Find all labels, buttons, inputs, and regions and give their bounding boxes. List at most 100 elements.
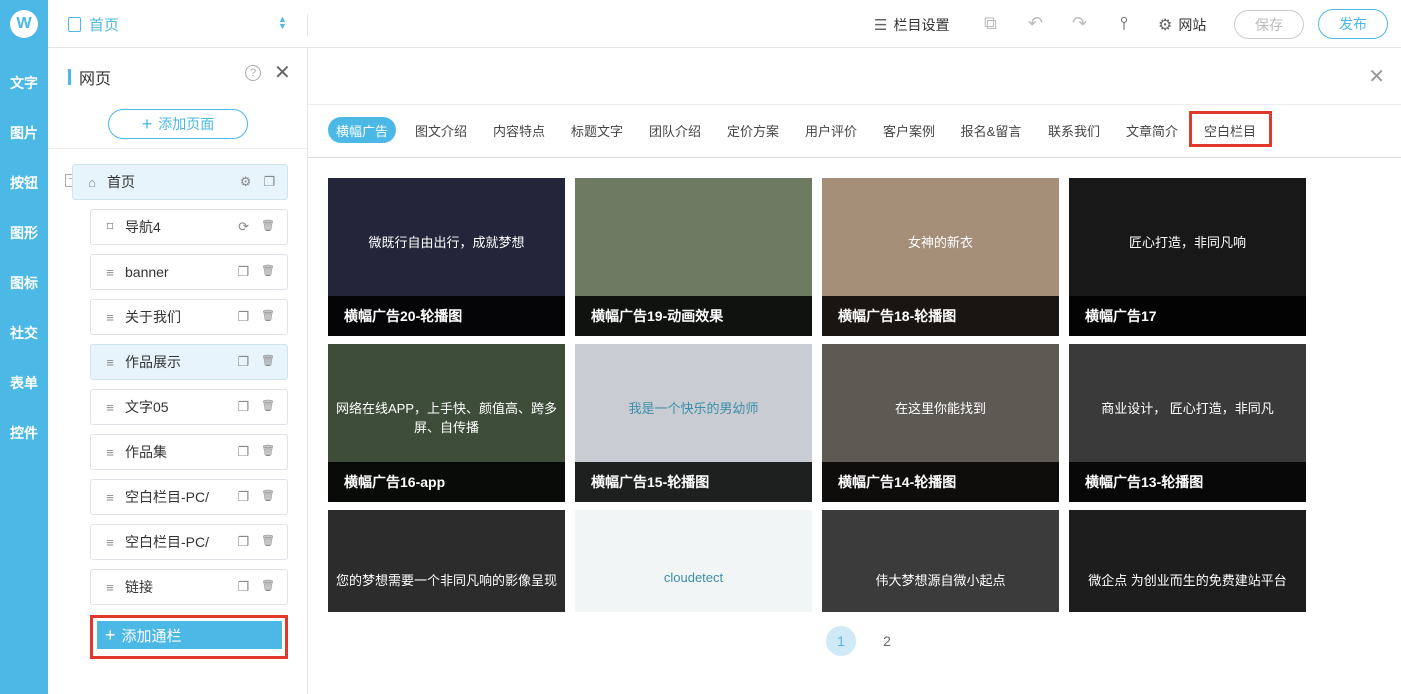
template-card[interactable]: 匠心打造，非同凡响 横幅广告17 bbox=[1069, 178, 1306, 336]
template-card[interactable]: cloudetect bbox=[575, 510, 812, 612]
nav-form[interactable]: 表单 bbox=[0, 358, 48, 408]
card-title: 横幅广告19-动画效果 bbox=[575, 296, 812, 336]
tab-8[interactable]: 报名&留言 bbox=[952, 117, 1030, 143]
template-card[interactable]: 伟大梦想源自微小起点 bbox=[822, 510, 1059, 612]
tab-2[interactable]: 内容特点 bbox=[484, 117, 554, 143]
undo-icon[interactable]: ↶ bbox=[1028, 13, 1043, 34]
nav-social[interactable]: 社交 bbox=[0, 308, 48, 358]
nav-shape[interactable]: 图形 bbox=[0, 208, 48, 258]
template-card[interactable]: 女神的新衣 横幅广告18-轮播图 bbox=[822, 178, 1059, 336]
add-page-label: 添加页面 bbox=[158, 116, 215, 132]
tab-0[interactable]: 横幅广告 bbox=[328, 117, 396, 143]
card-preview-text: 我是一个快乐的男幼师 bbox=[628, 401, 759, 416]
template-card[interactable]: 网络在线APP，上手快、颜值高、跨多屏、自传播 横幅广告16-app bbox=[328, 344, 565, 502]
tree-item[interactable]: ≡ 关于我们 ❐ 🗑 bbox=[90, 299, 288, 335]
tree-item[interactable]: ≡ banner ❐ 🗑 bbox=[90, 254, 288, 290]
divider bbox=[308, 157, 1401, 158]
trash-icon[interactable]: 🗑 bbox=[261, 489, 275, 505]
nav-widget[interactable]: 控件 bbox=[0, 408, 48, 458]
copy-icon[interactable]: ⧉ bbox=[984, 13, 997, 34]
page-1[interactable]: 1 bbox=[826, 626, 856, 656]
column-settings-button[interactable]: ☰ 栏目设置 bbox=[874, 15, 949, 35]
copy-icon[interactable]: ❐ bbox=[237, 399, 249, 415]
close-icon[interactable]: ✕ bbox=[274, 60, 291, 85]
tree-item[interactable]: ≡ 空白栏目-PC/ ❐ 🗑 bbox=[90, 524, 288, 560]
card-preview-text: 微企点 为创业而生的免费建站平台 bbox=[1088, 573, 1287, 588]
page-selector-label: 首页 bbox=[89, 17, 120, 34]
copy-icon[interactable]: ❐ bbox=[237, 579, 249, 595]
list-icon: ☰ bbox=[874, 17, 888, 34]
template-card[interactable]: 横幅广告19-动画效果 bbox=[575, 178, 812, 336]
add-page-button[interactable]: + 添加页面 bbox=[108, 109, 248, 139]
add-column-label: 添加通栏 bbox=[121, 627, 182, 645]
close-icon[interactable]: ✕ bbox=[1368, 64, 1385, 89]
copy-icon[interactable]: ❐ bbox=[263, 174, 275, 190]
bookmark-icon: ⌑ bbox=[106, 219, 114, 234]
redo-icon[interactable]: ↷ bbox=[1072, 13, 1087, 34]
settings-icon[interactable]: ⚙ bbox=[240, 174, 252, 190]
nav-button[interactable]: 按钮 bbox=[0, 158, 48, 208]
card-title: 横幅广告13-轮播图 bbox=[1069, 462, 1306, 502]
trash-icon[interactable]: 🗑 bbox=[261, 354, 275, 370]
website-label: 网站 bbox=[1178, 17, 1207, 33]
card-preview-text: 匠心打造，非同凡响 bbox=[1128, 235, 1246, 250]
ruler-icon[interactable]: ⫯ bbox=[1120, 13, 1128, 34]
trash-icon[interactable]: 🗑 bbox=[261, 579, 275, 595]
tab-5[interactable]: 定价方案 bbox=[718, 117, 788, 143]
menu-icon: ≡ bbox=[106, 264, 114, 280]
trash-icon[interactable]: 🗑 bbox=[261, 534, 275, 550]
tree-item[interactable]: ⌑ 导航4 ⟳ 🗑 bbox=[90, 209, 288, 245]
tree-item-label: 作品展示 bbox=[125, 354, 181, 370]
tab-9[interactable]: 联系我们 bbox=[1039, 117, 1109, 143]
trash-icon[interactable]: 🗑 bbox=[261, 399, 275, 415]
pagination: 1 2 bbox=[826, 626, 902, 656]
tree-item[interactable]: ≡ 文字05 ❐ 🗑 bbox=[90, 389, 288, 425]
tree-item[interactable]: ≡ 作品集 ❐ 🗑 bbox=[90, 434, 288, 470]
publish-button[interactable]: 发布 bbox=[1318, 9, 1388, 39]
tab-1[interactable]: 图文介绍 bbox=[406, 117, 476, 143]
trash-icon[interactable]: 🗑 bbox=[261, 444, 275, 460]
nav-image[interactable]: 图片 bbox=[0, 108, 48, 158]
left-toolbar: W 文字 图片 按钮 图形 图标 社交 表单 控件 bbox=[0, 0, 48, 694]
template-card[interactable]: 在这里你能找到 横幅广告14-轮播图 bbox=[822, 344, 1059, 502]
tree-item[interactable]: ≡ 作品展示 ❐ 🗑 bbox=[90, 344, 288, 380]
template-card[interactable]: 微既行自由出行，成就梦想 横幅广告20-轮播图 bbox=[328, 178, 565, 336]
divider bbox=[308, 104, 1401, 105]
trash-icon[interactable]: 🗑 bbox=[261, 219, 275, 235]
trash-icon[interactable]: 🗑 bbox=[261, 264, 275, 280]
nav-icon[interactable]: 图标 bbox=[0, 258, 48, 308]
menu-icon: ≡ bbox=[106, 354, 114, 370]
template-card[interactable]: 微企点 为创业而生的免费建站平台 bbox=[1069, 510, 1306, 612]
tab-7[interactable]: 客户案例 bbox=[874, 117, 944, 143]
website-button[interactable]: ⚙ 网站 bbox=[1158, 15, 1206, 35]
help-icon[interactable]: ? bbox=[245, 65, 261, 81]
menu-icon: ≡ bbox=[106, 309, 114, 325]
add-column-button[interactable]: + 添加通栏 bbox=[97, 621, 282, 649]
tree-item-home[interactable]: ⌂ 首页 ⚙ ❐ bbox=[72, 164, 288, 200]
tab-10[interactable]: 文章简介 bbox=[1117, 117, 1187, 143]
card-title: 横幅广告20-轮播图 bbox=[328, 296, 565, 336]
template-card[interactable]: 您的梦想需要一个非同凡响的影像呈现 bbox=[328, 510, 565, 612]
tab-4[interactable]: 团队介绍 bbox=[640, 117, 710, 143]
tab-3[interactable]: 标题文字 bbox=[562, 117, 632, 143]
copy-icon[interactable]: ❐ bbox=[237, 309, 249, 325]
tree-item-label: banner bbox=[125, 264, 169, 280]
page-selector[interactable]: 首页 ▲ ▼ bbox=[68, 14, 287, 35]
copy-icon[interactable]: ❐ bbox=[237, 444, 249, 460]
template-card[interactable]: 商业设计， 匠心打造，非同凡 横幅广告13-轮播图 bbox=[1069, 344, 1306, 502]
page-2[interactable]: 2 bbox=[872, 626, 902, 656]
nav-text[interactable]: 文字 bbox=[0, 58, 48, 108]
copy-icon[interactable]: ❐ bbox=[237, 264, 249, 280]
copy-icon[interactable]: ❐ bbox=[237, 354, 249, 370]
tree-item[interactable]: ≡ 空白栏目-PC/ ❐ 🗑 bbox=[90, 479, 288, 515]
copy-icon[interactable]: ❐ bbox=[237, 534, 249, 550]
save-button[interactable]: 保存 bbox=[1234, 10, 1304, 39]
trash-icon[interactable]: 🗑 bbox=[261, 309, 275, 325]
tree-item[interactable]: ≡ 链接 ❐ 🗑 bbox=[90, 569, 288, 605]
template-card[interactable]: 我是一个快乐的男幼师 横幅广告15-轮播图 bbox=[575, 344, 812, 502]
refresh-icon[interactable]: ⟳ bbox=[238, 219, 249, 235]
card-preview-text: 伟大梦想源自微小起点 bbox=[875, 573, 1006, 588]
tab-6[interactable]: 用户评价 bbox=[796, 117, 866, 143]
logo[interactable]: W bbox=[10, 10, 38, 38]
copy-icon[interactable]: ❐ bbox=[237, 489, 249, 505]
